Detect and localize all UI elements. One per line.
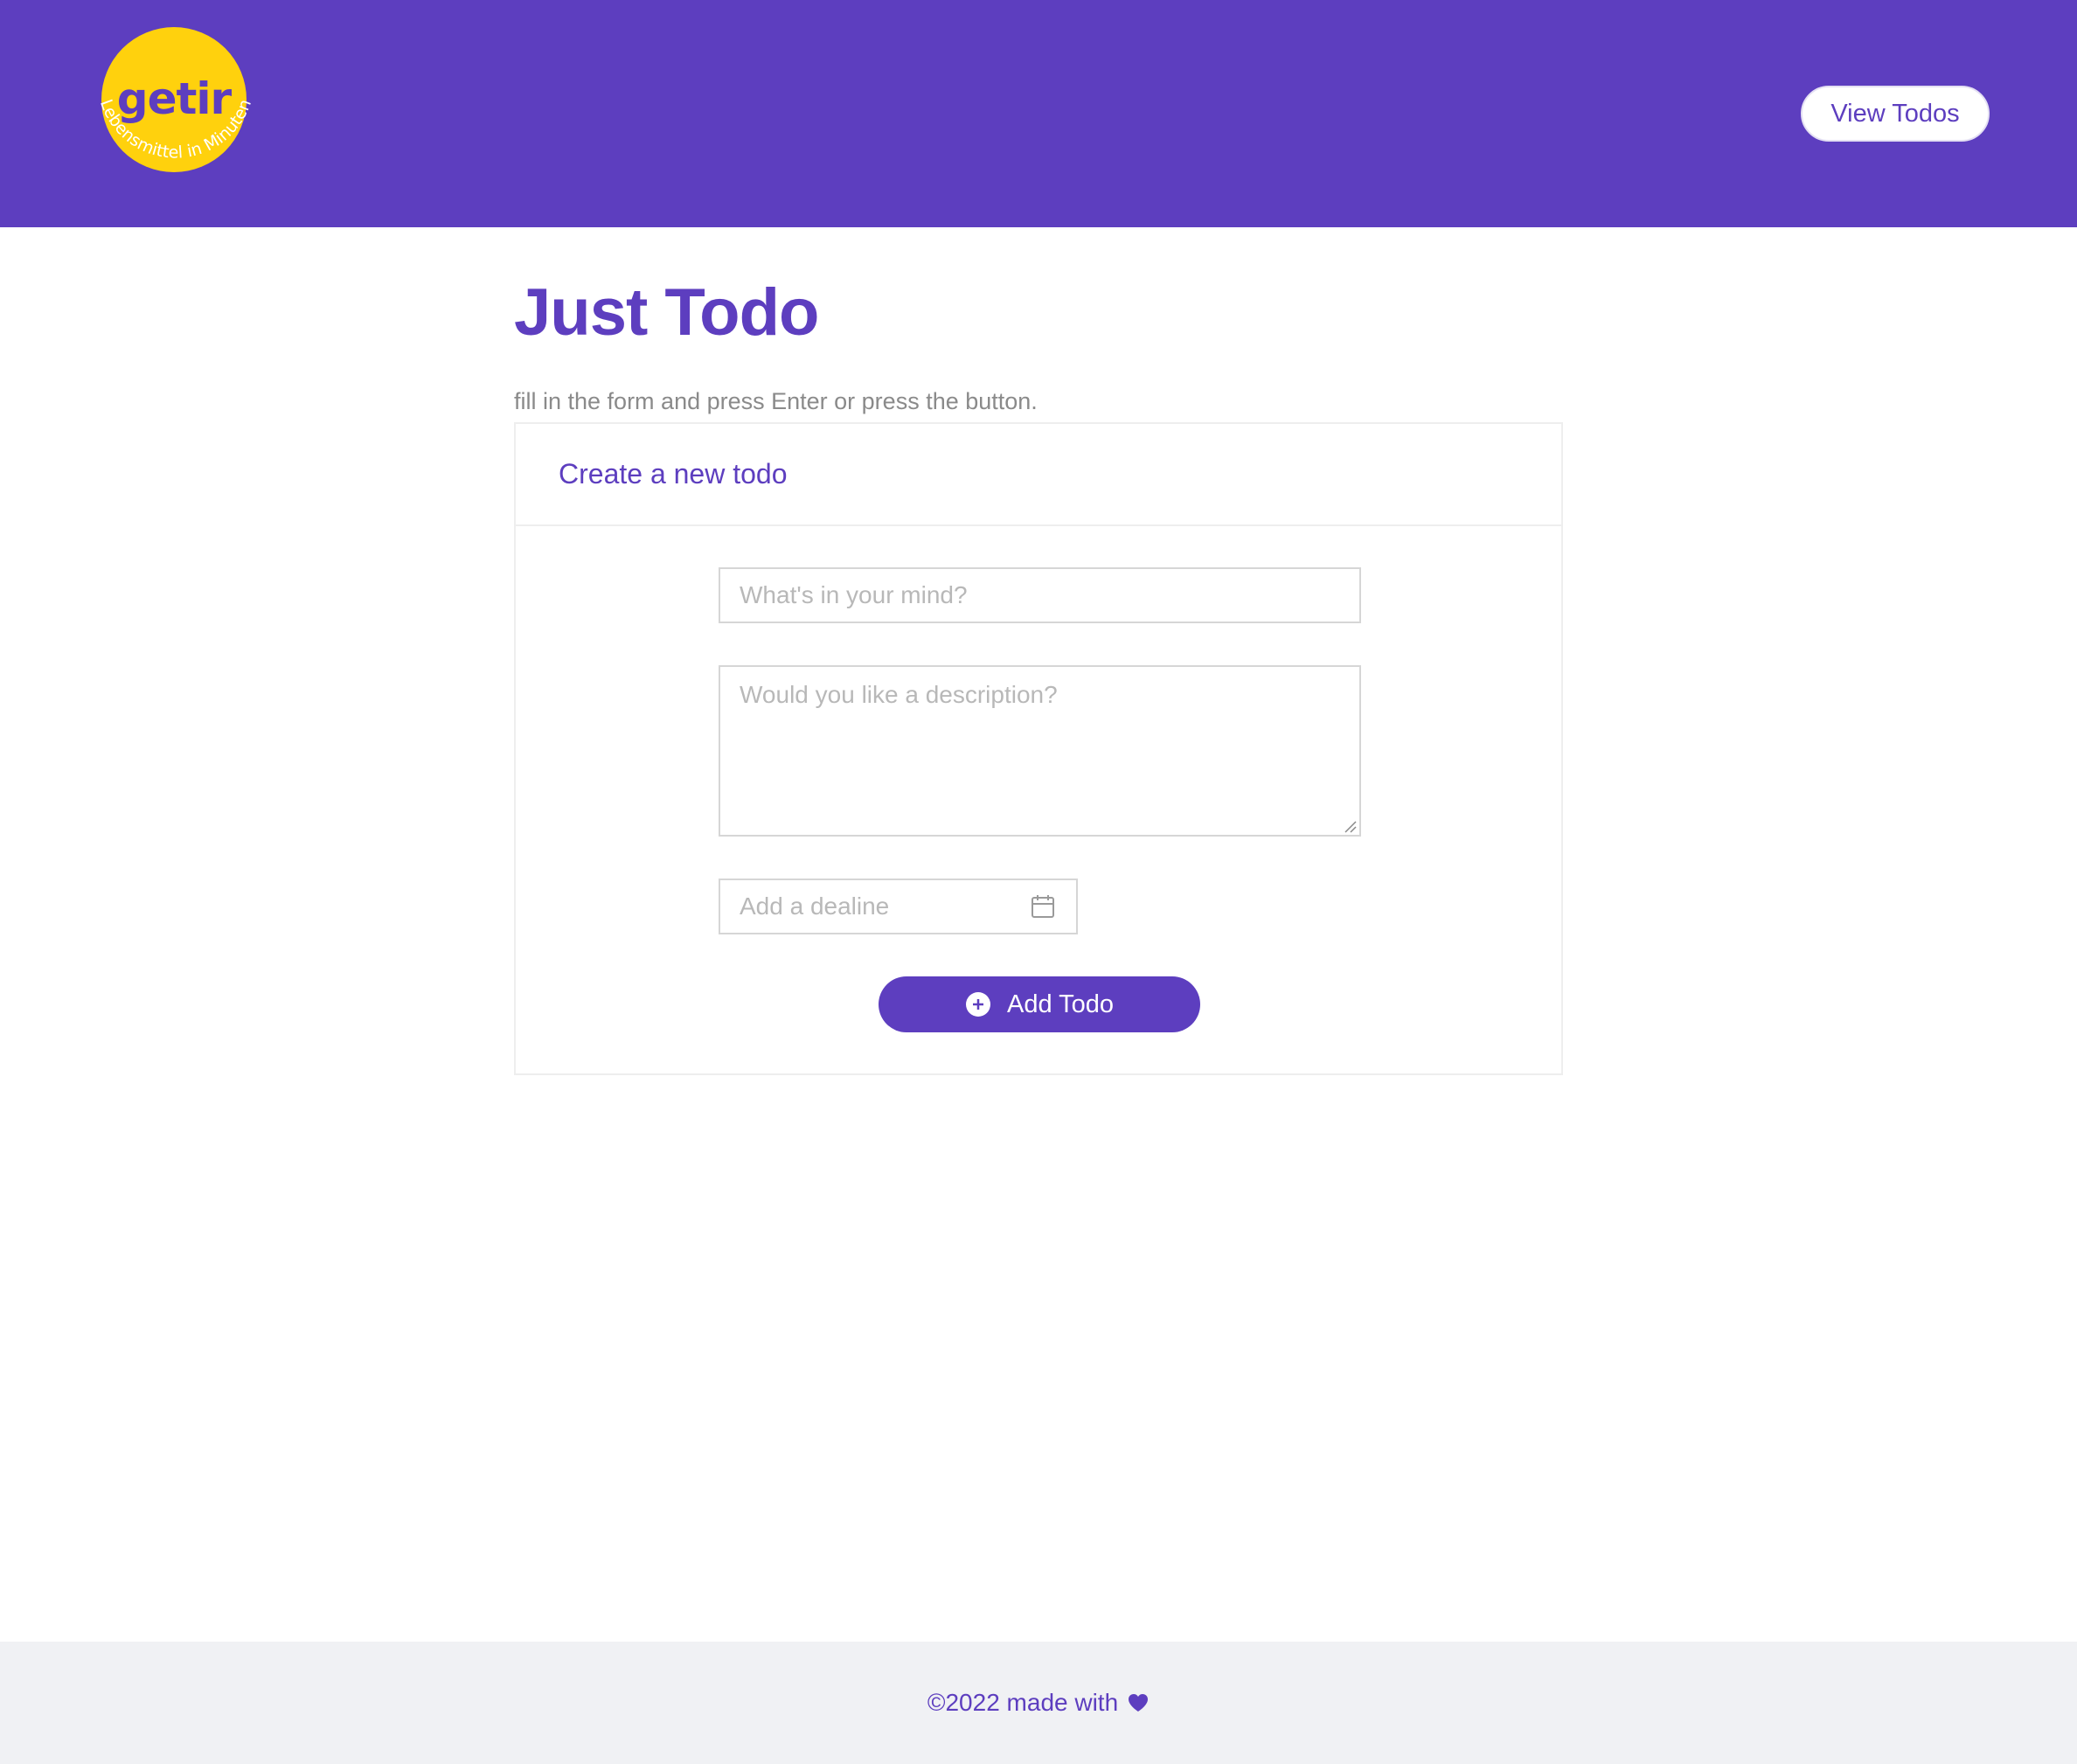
plus-circle-icon <box>965 992 990 1017</box>
page-subtitle: fill in the form and press Enter or pres… <box>514 388 1038 414</box>
page: getir Lebensmittel in Minuten View Todos… <box>0 0 2077 1764</box>
app-header: getir Lebensmittel in Minuten View Todos <box>0 0 2077 227</box>
footer-text: ©2022 made with <box>927 1689 1119 1716</box>
heart-icon <box>1129 1694 1149 1712</box>
card-title: Create a new todo <box>559 458 788 490</box>
todo-title-input[interactable] <box>719 567 1361 623</box>
logo-wordmark: getir <box>117 73 233 124</box>
deadline-input[interactable] <box>720 880 1018 933</box>
footer-credit: ©2022 made with <box>927 1689 1150 1717</box>
view-todos-button[interactable]: View Todos <box>1801 86 1990 142</box>
add-todo-label: Add Todo <box>1006 990 1115 1018</box>
add-todo-button[interactable]: Add Todo <box>879 976 1200 1032</box>
deadline-picker[interactable] <box>719 879 1078 934</box>
app-footer: ©2022 made with <box>0 1642 2077 1764</box>
todo-description-textarea[interactable] <box>719 665 1361 837</box>
calendar-icon[interactable] <box>1030 893 1056 920</box>
getir-logo[interactable]: getir Lebensmittel in Minuten <box>79 19 271 212</box>
card-header: Create a new todo <box>516 424 1561 526</box>
page-title: Just Todo <box>514 275 819 350</box>
create-todo-card: Create a new todo What's in your mind? W… <box>514 422 1563 1075</box>
getir-logo-graphic: getir Lebensmittel in Minuten <box>96 27 255 172</box>
resize-grip-icon[interactable] <box>1343 819 1357 833</box>
